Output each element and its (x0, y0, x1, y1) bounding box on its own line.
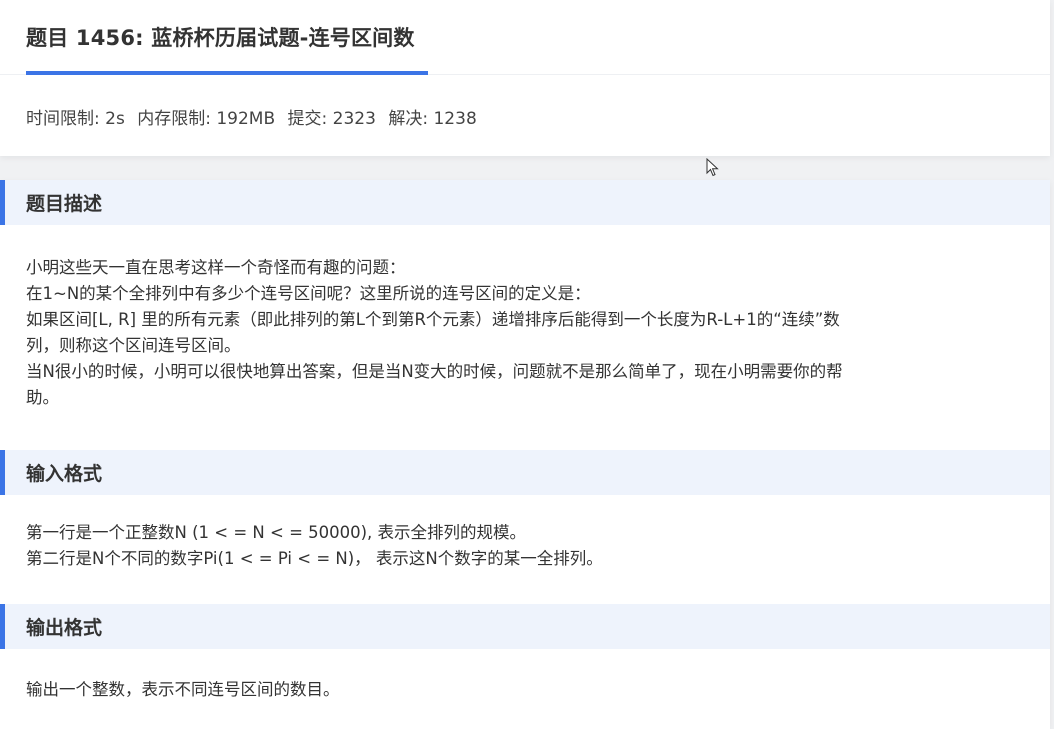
submission-count: 提交: 2323 (287, 109, 376, 129)
output-body: 输出一个整数，表示不同连号区间的数目。 (26, 677, 1026, 703)
description-line: 如果区间[L, R] 里的所有元素（即此排列的第L个到第R个元素）递增排序后能得… (26, 310, 840, 329)
section-title-description: 题目描述 (26, 193, 103, 215)
description-line: 当N很小的时候，小明可以很快地算出答案，但是当N变大的时候，问题就不是那么简单了… (26, 362, 843, 381)
problem-content-card: 题目描述 小明这些天一直在思考这样一个奇怪而有趣的问题： 在1~N的某个全排列中… (0, 180, 1050, 729)
memory-limit: 内存限制: 192MB (137, 109, 276, 129)
section-title-output: 输出格式 (26, 617, 103, 639)
input-line: 第一行是一个正整数N (1 < = N < = 50000), 表示全排列的规模… (26, 523, 527, 542)
description-line: 助。 (26, 388, 59, 407)
page-title: 题目 1456: 蓝桥杯历届试题-连号区间数 (26, 26, 415, 50)
title-area: 题目 1456: 蓝桥杯历届试题-连号区间数 (26, 0, 415, 74)
title-underline (26, 71, 428, 75)
section-header-input: 输入格式 (0, 450, 1050, 495)
description-line: 在1~N的某个全排列中有多少个连号区间呢？这里所说的连号区间的定义是： (26, 284, 591, 303)
output-line: 输出一个整数，表示不同连号区间的数目。 (26, 680, 340, 699)
problem-meta: 时间限制: 2s 内存限制: 192MB 提交: 2323 解决: 1238 (26, 104, 484, 129)
time-limit: 时间限制: 2s (26, 109, 125, 129)
solved-count: 解决: 1238 (388, 109, 477, 129)
input-body: 第一行是一个正整数N (1 < = N < = 50000), 表示全排列的规模… (26, 520, 1026, 572)
description-line: 小明这些天一直在思考这样一个奇怪而有趣的问题： (26, 258, 406, 277)
section-title-input: 输入格式 (26, 463, 103, 485)
section-header-output: 输出格式 (0, 604, 1050, 649)
description-line: 列，则称这个区间连号区间。 (26, 336, 241, 355)
section-header-description: 题目描述 (0, 180, 1050, 225)
input-line: 第二行是N个不同的数字Pi(1 < = Pi < = N)， 表示这N个数字的某… (26, 549, 603, 568)
description-body: 小明这些天一直在思考这样一个奇怪而有趣的问题： 在1~N的某个全排列中有多少个连… (26, 255, 1026, 411)
problem-header-card: 题目 1456: 蓝桥杯历届试题-连号区间数 时间限制: 2s 内存限制: 19… (0, 0, 1050, 156)
mouse-pointer-icon (706, 158, 719, 177)
